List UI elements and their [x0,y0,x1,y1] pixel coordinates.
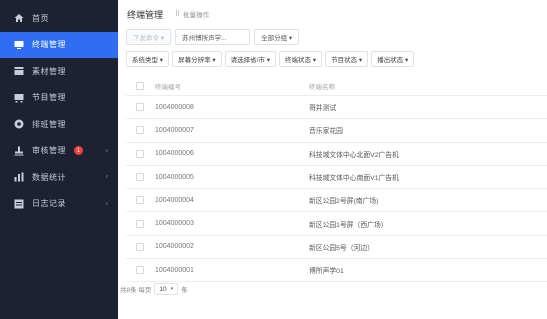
terminal-id: 1004000002 [155,243,194,251]
terminal-id: 1004000007 [155,126,194,134]
monitor-icon [14,40,24,50]
pagination: 共8条 每页 10 ▾ 条 [120,283,188,295]
terminal-name: 科技城文体中心南面V1广告机 [309,175,399,183]
log-icon [14,199,24,209]
sidebar-item-audit[interactable]: 审核管理 1 ‹ [0,138,118,165]
sidebar-item-label: 数据统计 [32,172,66,182]
folder-icon [14,66,24,76]
table-row[interactable]: 1004000003 新区公园1号屏（西广场） [126,212,547,236]
select-all-checkbox[interactable] [136,81,144,90]
program-icon [14,93,24,103]
sidebar-item-label: 节目管理 [32,93,66,103]
batch-operation-button[interactable]: ⠿ 批量操作 [175,9,209,19]
terminal-name: 新区公园5号（河边） [309,244,374,252]
column-header-name: 终端名称 [309,83,335,91]
sidebar-item-home[interactable]: 首页 [0,5,118,32]
terminal-table: 终端编号 终端名称 1004000008 哥并测试 1004000007 音乐家… [126,76,547,283]
terminal-name: 科技城文体中心北面V2广告机 [309,151,399,159]
audit-icon [14,146,24,156]
table-header: 终端编号 终端名称 [126,76,547,96]
row-checkbox[interactable] [136,173,144,182]
page-header: 终端管理 ⠿ 批量操作 [118,0,547,28]
page-size-unit: 条 [181,287,188,294]
terminal-id: 1004000008 [155,103,194,111]
sidebar-item-terminal[interactable]: 终端管理 [0,31,118,58]
filter-broadcast-status[interactable]: 播出状态 ▾ [371,50,415,67]
sidebar: 首页 终端管理 素材管理 节目管理 排班管理 审核管理 1 ‹ 数据统计 ‹ 日… [0,0,118,319]
terminal-name: 音乐家花园 [309,128,343,136]
sidebar-item-label: 首页 [32,13,49,23]
row-checkbox[interactable] [136,103,144,112]
sidebar-item-label: 审核管理 [32,146,66,156]
home-icon [14,13,24,23]
filter-system-type[interactable]: 系统类型 ▾ [126,50,170,67]
row-checkbox[interactable] [136,219,144,228]
total-count-text: 共8条 每页 [120,287,152,294]
terminal-name: 新区公园1号屏（西广场） [309,221,388,229]
filter-program-status[interactable]: 节目状态 ▾ [325,50,369,67]
filter-terminal-status[interactable]: 终端状态 ▾ [279,50,323,67]
row-checkbox[interactable] [136,149,144,158]
table-row[interactable]: 1004000005 科技城文体中心南面V1广告机 [126,166,547,190]
row-checkbox[interactable] [136,242,144,251]
grid-icon: ⠿ [175,11,181,18]
terminal-id: 1004000004 [155,196,194,204]
batch-operation-label: 批量操作 [183,12,210,19]
table-row[interactable]: 1004000006 科技城文体中心北面V2广告机 [126,143,547,166]
page-size-value: 10 [159,285,167,293]
action-toolbar: 下发命令 ▾ 苏州博所声学... 全部分组 ▾ [126,28,303,46]
group-select[interactable]: 全部分组 ▾ [254,29,300,45]
chevron-left-icon: ‹ [105,200,108,208]
sidebar-item-label: 素材管理 [32,66,66,76]
filter-province-city[interactable]: 请选择省/市 ▾ [224,50,277,67]
sidebar-item-label: 排班管理 [32,119,66,129]
page-size-select[interactable]: 10 ▾ [154,283,179,295]
row-checkbox[interactable] [136,126,144,135]
sidebar-item-program[interactable]: 节目管理 [0,85,118,112]
sidebar-item-schedule[interactable]: 排班管理 [0,111,118,138]
notification-badge: 1 [74,146,83,156]
column-header-id: 终端编号 [155,83,181,91]
schedule-icon [14,119,24,129]
page-title: 终端管理 [127,9,164,20]
terminal-id: 1004000006 [155,150,194,158]
sidebar-item-log[interactable]: 日志记录 ‹ [0,191,118,218]
terminal-id: 1004000001 [155,266,194,274]
row-checkbox[interactable] [136,196,144,205]
chevron-down-icon: ▾ [170,286,174,292]
terminal-id: 1004000005 [155,173,194,181]
send-command-button[interactable]: 下发命令 ▾ [126,29,172,45]
table-row[interactable]: 1004000007 音乐家花园 [126,119,547,143]
sidebar-item-material[interactable]: 素材管理 [0,58,118,85]
row-checkbox[interactable] [136,266,144,275]
table-row[interactable]: 1004000002 新区公园5号（河边） [126,236,547,260]
table-row[interactable]: 1004000008 哥并测试 [126,96,547,120]
chevron-left-icon: ‹ [105,173,108,181]
chevron-left-icon: ‹ [105,147,108,155]
main-content: 终端管理 ⠿ 批量操作 下发命令 ▾ 苏州博所声学... 全部分组 ▾ 系统类型… [118,0,547,319]
chart-icon [14,172,24,182]
terminal-name: 哥并测试 [309,105,337,113]
organization-select[interactable]: 苏州博所声学... [175,29,251,45]
sidebar-item-label: 终端管理 [32,40,66,50]
sidebar-item-label: 日志记录 [32,199,66,209]
table-row[interactable]: 1004000004 新区公园2号屏(南广场) [126,189,547,213]
terminal-name: 博所声学01 [309,268,344,276]
filter-resolution[interactable]: 屏幕分辨率 ▾ [172,50,222,67]
terminal-id: 1004000003 [155,220,194,228]
sidebar-item-stats[interactable]: 数据统计 ‹ [0,164,118,191]
terminal-name: 新区公园2号屏(南广场) [309,198,379,206]
table-row[interactable]: 1004000001 博所声学01 [126,259,547,283]
filter-bar: 系统类型 ▾ 屏幕分辨率 ▾ 请选择省/市 ▾ 终端状态 ▾ 节目状态 ▾ 播出… [126,50,417,67]
